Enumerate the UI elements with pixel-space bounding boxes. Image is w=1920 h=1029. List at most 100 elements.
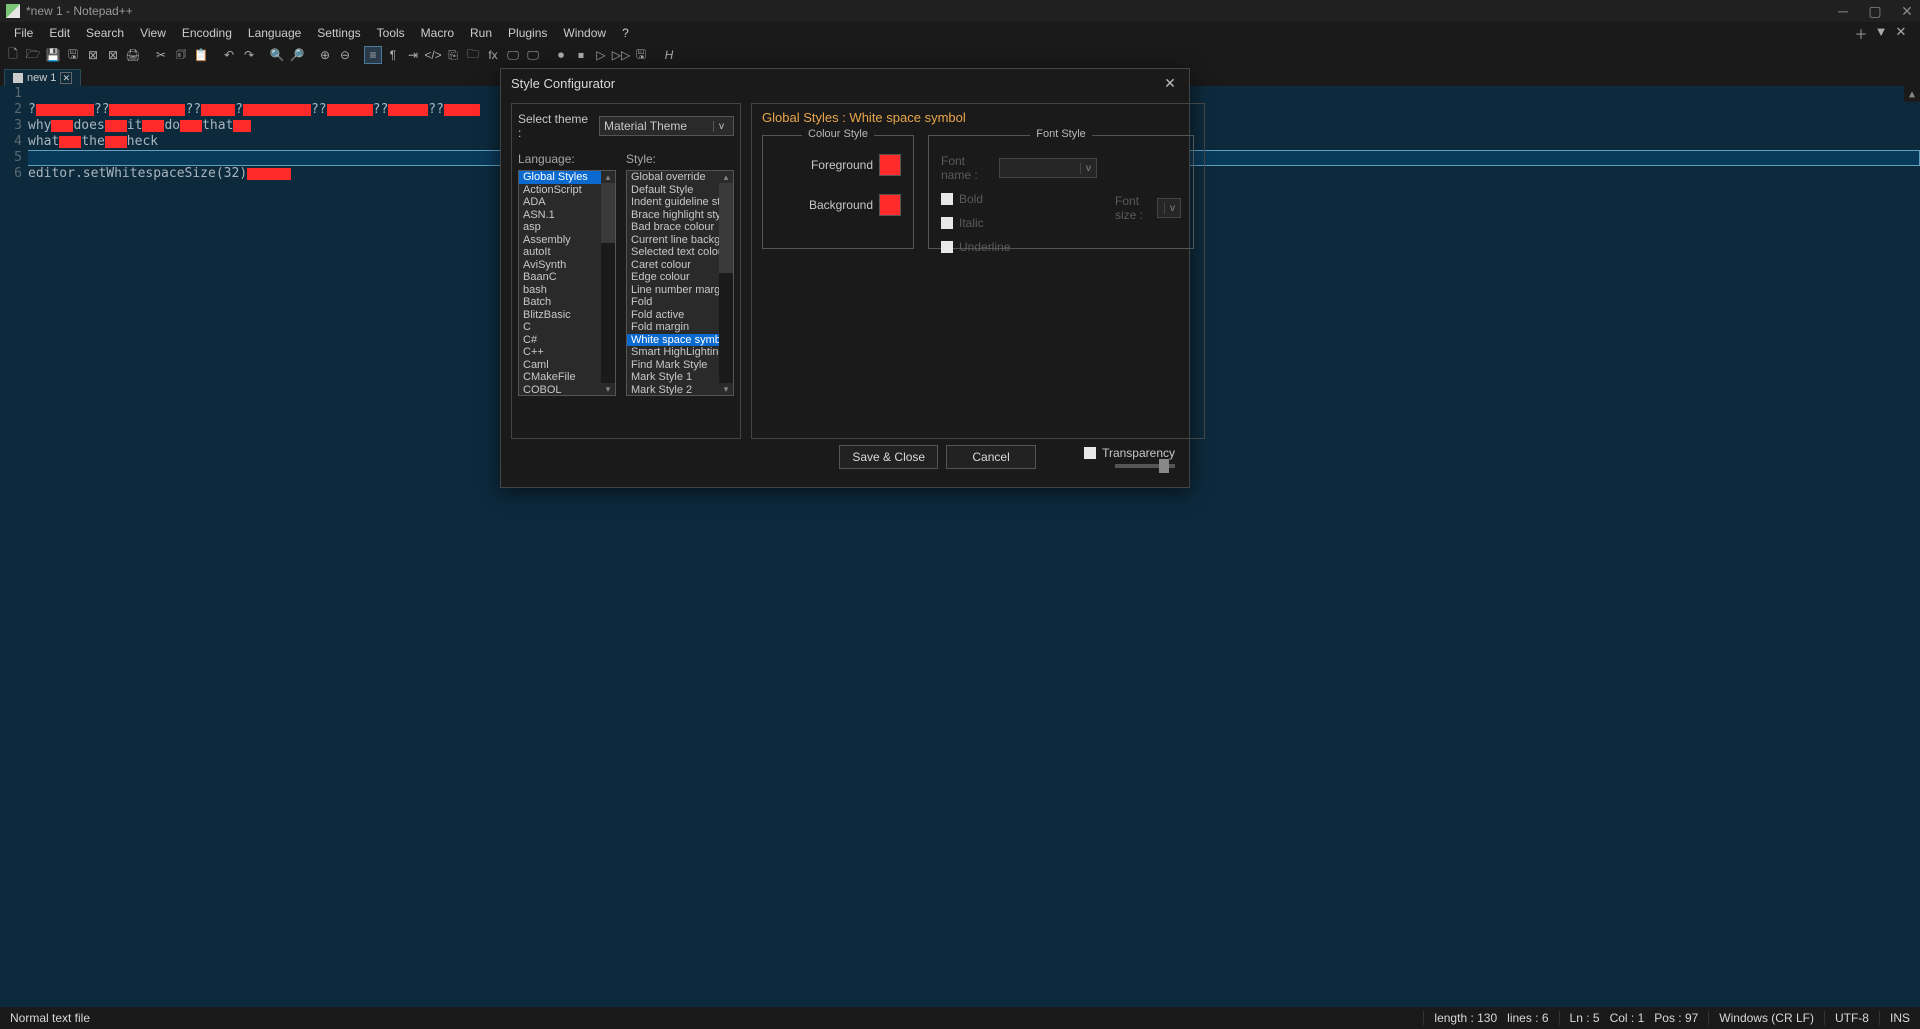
scroll-thumb[interactable] xyxy=(601,183,615,243)
italic-checkbox[interactable] xyxy=(941,217,953,229)
style-item[interactable]: Brace highlight style xyxy=(627,209,719,222)
tb-copy-icon[interactable]: 🗊 xyxy=(172,46,190,64)
style-item[interactable]: Edge colour xyxy=(627,271,719,284)
tb-record-icon[interactable]: ⏺ xyxy=(552,46,570,64)
dropdown-icon[interactable]: v xyxy=(713,121,729,132)
tb-close-icon[interactable]: ⊠ xyxy=(84,46,102,64)
background-swatch[interactable] xyxy=(879,194,901,216)
style-item[interactable]: Mark Style 2 xyxy=(627,384,719,397)
menu-settings[interactable]: Settings xyxy=(309,24,368,42)
style-item[interactable]: Caret colour xyxy=(627,259,719,272)
tb-cut-icon[interactable]: ✂ xyxy=(152,46,170,64)
menu-view[interactable]: View xyxy=(132,24,174,42)
tb-save-icon[interactable]: 💾 xyxy=(44,46,62,64)
scroll-up-icon[interactable]: ▴ xyxy=(719,171,733,183)
style-item[interactable]: Fold xyxy=(627,296,719,309)
language-item[interactable]: ActionScript xyxy=(519,184,601,197)
tb-new-icon[interactable]: 🗋 xyxy=(4,46,22,64)
tb-open-icon[interactable]: 🗁 xyxy=(24,46,42,64)
transparency-slider[interactable] xyxy=(1115,464,1175,468)
tb-undo-icon[interactable]: ↶ xyxy=(220,46,238,64)
scrollbar[interactable]: ▴ ▾ xyxy=(601,171,615,395)
tb-wrap-icon[interactable]: ≡ xyxy=(364,46,382,64)
scrollbar-up-icon[interactable]: ▲ xyxy=(1904,86,1920,102)
tb-folder-icon[interactable]: 🗀 xyxy=(464,46,482,64)
scroll-down-icon[interactable]: ▾ xyxy=(719,383,733,395)
tb-paste-icon[interactable]: 📋 xyxy=(192,46,210,64)
language-item[interactable]: C# xyxy=(519,334,601,347)
tb-funclist-icon[interactable]: ⎘ xyxy=(444,46,462,64)
scrollbar[interactable]: ▴ ▾ xyxy=(719,171,733,395)
tb-fx-icon[interactable]: fx xyxy=(484,46,502,64)
tb-code-icon[interactable]: </> xyxy=(424,46,442,64)
language-item[interactable]: AviSynth xyxy=(519,259,601,272)
language-item[interactable]: ASN.1 xyxy=(519,209,601,222)
style-listbox[interactable]: Global overrideDefault StyleIndent guide… xyxy=(626,170,734,396)
language-item[interactable]: C xyxy=(519,321,601,334)
style-item[interactable]: Selected text colour xyxy=(627,246,719,259)
bold-checkbox[interactable] xyxy=(941,193,953,205)
language-item[interactable]: bash xyxy=(519,284,601,297)
tb-saveall-icon[interactable]: 🖫 xyxy=(64,46,82,64)
minimize-button[interactable]: ─ xyxy=(1836,4,1850,18)
style-item[interactable]: Default Style xyxy=(627,184,719,197)
language-item[interactable]: Global Styles xyxy=(519,171,601,184)
style-item[interactable]: Line number margin xyxy=(627,284,719,297)
close-window-button[interactable]: ✕ xyxy=(1900,4,1914,18)
menu-edit[interactable]: Edit xyxy=(41,24,78,42)
tb-redo-icon[interactable]: ↷ xyxy=(240,46,258,64)
style-item[interactable]: Bad brace colour xyxy=(627,221,719,234)
tb-help-icon[interactable]: H xyxy=(660,46,678,64)
menu-help[interactable]: ? xyxy=(614,24,637,42)
language-item[interactable]: CMakeFile xyxy=(519,371,601,384)
language-item[interactable]: COBOL xyxy=(519,384,601,397)
tb-indent-icon[interactable]: ⇥ xyxy=(404,46,422,64)
style-item[interactable]: Smart HighLighting xyxy=(627,346,719,359)
tb-monitors-icon[interactable]: 🖵 xyxy=(524,46,542,64)
scroll-up-icon[interactable]: ▴ xyxy=(601,171,615,183)
tb-monitor-icon[interactable]: 🖵 xyxy=(504,46,522,64)
foreground-swatch[interactable] xyxy=(879,154,901,176)
scroll-down-icon[interactable]: ▾ xyxy=(601,383,615,395)
language-item[interactable]: Assembly xyxy=(519,234,601,247)
language-item[interactable]: Caml xyxy=(519,359,601,372)
language-item[interactable]: BlitzBasic xyxy=(519,309,601,322)
menu-macro[interactable]: Macro xyxy=(413,24,462,42)
scroll-thumb[interactable] xyxy=(719,183,733,273)
maximize-button[interactable]: ▢ xyxy=(1868,4,1882,18)
style-item[interactable]: Find Mark Style xyxy=(627,359,719,372)
style-item[interactable]: Fold margin xyxy=(627,321,719,334)
menu-search[interactable]: Search xyxy=(78,24,132,42)
language-item[interactable]: BaanC xyxy=(519,271,601,284)
dialog-titlebar[interactable]: Style Configurator ✕ xyxy=(501,69,1189,97)
tb-replace-icon[interactable]: 🔎 xyxy=(288,46,306,64)
tb-playloop-icon[interactable]: ▷▷ xyxy=(612,46,630,64)
triangledown-icon[interactable]: ▼ xyxy=(1874,24,1888,43)
language-listbox[interactable]: Global StylesActionScriptADAASN.1aspAsse… xyxy=(518,170,616,396)
cancel-button[interactable]: Cancel xyxy=(946,445,1036,469)
menu-plugins[interactable]: Plugins xyxy=(500,24,555,42)
style-item[interactable]: Current line background xyxy=(627,234,719,247)
style-item[interactable]: Indent guideline style xyxy=(627,196,719,209)
document-tab[interactable]: new 1 ✕ xyxy=(4,69,81,86)
menu-run[interactable]: Run xyxy=(462,24,500,42)
language-item[interactable]: Batch xyxy=(519,296,601,309)
style-item[interactable]: White space symbol xyxy=(627,334,719,347)
tb-closeall-icon[interactable]: ⊠ xyxy=(104,46,122,64)
language-item[interactable]: C++ xyxy=(519,346,601,359)
tab-close-icon[interactable]: ✕ xyxy=(60,72,72,84)
menu-window[interactable]: Window xyxy=(555,24,614,42)
tb-pilcrow-icon[interactable]: ¶ xyxy=(384,46,402,64)
font-size-select[interactable]: v xyxy=(1157,198,1181,218)
slider-thumb[interactable] xyxy=(1159,459,1169,473)
style-item[interactable]: Global override xyxy=(627,171,719,184)
tb-savemacro-icon[interactable]: 🖫 xyxy=(632,46,650,64)
tb-find-icon[interactable]: 🔍 xyxy=(268,46,286,64)
tb-stop-icon[interactable]: ⏹ xyxy=(572,46,590,64)
tb-play-icon[interactable]: ▷ xyxy=(592,46,610,64)
style-item[interactable]: Fold active xyxy=(627,309,719,322)
dropdown-icon[interactable]: v xyxy=(1080,163,1096,174)
tb-zoomin-icon[interactable]: ⊕ xyxy=(316,46,334,64)
dropdown-icon[interactable]: v xyxy=(1164,203,1180,214)
plus-icon[interactable]: ＋ xyxy=(1854,24,1868,43)
